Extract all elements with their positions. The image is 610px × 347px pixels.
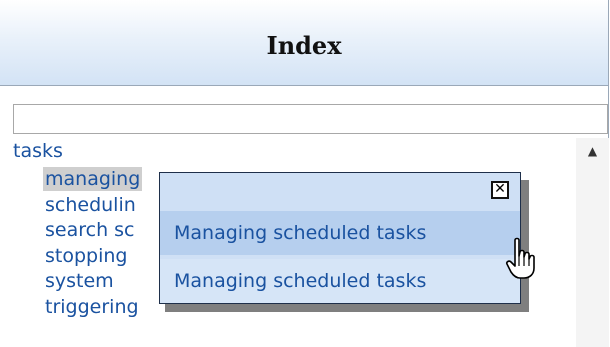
index-subentry-scheduling[interactable]: schedulin [45,193,136,217]
index-subentry-search[interactable]: search sc [45,218,135,242]
topics-popup: ✕ Managing scheduled tasks Managing sche… [159,172,521,304]
popup-topic-link[interactable]: Managing scheduled tasks [160,259,520,303]
index-title: Index [266,31,342,60]
close-icon[interactable]: ✕ [491,181,509,199]
index-subentry-stopping[interactable]: stopping [45,244,127,268]
index-subentry-system[interactable]: system [45,269,114,293]
hand-pointer-icon [506,237,535,279]
index-entry-tasks[interactable]: tasks [13,140,63,162]
vertical-scrollbar[interactable] [576,138,609,347]
index-search-input[interactable] [13,104,608,134]
index-subentry-triggering[interactable]: triggering [45,295,139,319]
index-header: Index [0,0,609,86]
scroll-up-arrow-icon[interactable]: ▲ [576,140,609,162]
index-subentry-managing[interactable]: managing [43,167,143,191]
popup-topic-link[interactable]: Managing scheduled tasks [160,211,520,255]
